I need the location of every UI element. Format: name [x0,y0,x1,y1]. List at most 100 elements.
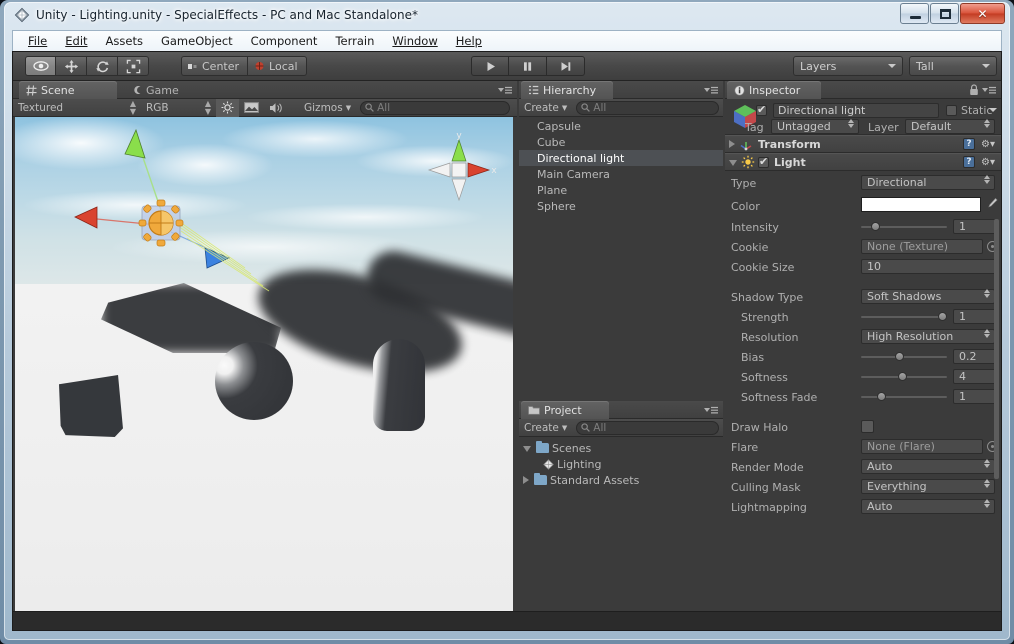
layout-dropdown[interactable]: Tall [909,56,997,76]
minimize-button[interactable] [900,3,929,24]
inspector-panel-menu-icon[interactable] [981,85,997,96]
pause-button[interactable] [509,56,547,76]
chevron-right-icon[interactable] [729,140,735,148]
eyedropper-icon[interactable] [986,197,998,212]
gear-icon[interactable]: ⚙▾ [981,139,995,150]
hierarchy-create-button[interactable]: Create ▼ [519,99,572,117]
project-create-button[interactable]: Create ▼ [519,419,572,437]
softness-fade-value-field[interactable]: 1 [953,389,998,404]
menu-item-edit[interactable]: Edit [56,32,96,50]
audio-toggle[interactable] [264,99,289,117]
tag-dropdown[interactable]: Untagged [771,119,859,134]
menu-item-file[interactable]: File [19,32,56,50]
component-header-transform[interactable]: Transform ? ⚙▾ [725,135,1001,153]
softness-fade-slider-knob[interactable] [877,392,886,401]
gear-icon[interactable]: ⚙▾ [981,157,995,168]
light-enabled-checkbox[interactable] [758,155,769,168]
softness-fade-slider-track[interactable] [861,396,947,398]
intensity-slider-knob[interactable] [871,222,880,231]
help-icon[interactable]: ? [963,156,975,168]
scene-panel-menu-icon[interactable] [497,85,513,96]
tab-project[interactable]: Project [521,401,609,419]
project-search-input[interactable]: All [576,420,719,435]
move-tool-button[interactable] [56,56,87,76]
chevron-down-icon[interactable] [729,160,737,166]
hierarchy-panel-menu-icon[interactable] [703,85,719,96]
help-icon[interactable]: ? [963,138,975,150]
menu-item-component[interactable]: Component [242,32,327,50]
tab-game[interactable]: Game [125,81,203,99]
maximize-button[interactable] [930,3,959,24]
capsule-object[interactable] [373,339,425,431]
tab-inspector[interactable]: Inspector [727,81,821,99]
sphere-object[interactable] [215,342,293,420]
strength-slider-knob[interactable] [938,312,947,321]
rotation-mode-button[interactable]: Local [248,56,307,76]
strength-value-field[interactable]: 1 [953,309,998,324]
layers-dropdown[interactable]: Layers [793,56,903,76]
scene-search-input[interactable]: All [360,100,511,115]
menu-item-assets[interactable]: Assets [97,32,152,50]
close-button[interactable]: ✕ [960,3,1005,24]
softness-value-field[interactable]: 4 [953,369,998,384]
menu-item-window[interactable]: Window [383,32,446,50]
shadow-type-dropdown[interactable]: Soft Shadows [861,289,995,304]
gameobject-name-field[interactable]: Directional light [773,103,939,118]
list-item[interactable]: Plane [519,182,723,198]
chevron-down-icon[interactable] [989,108,997,112]
project-panel-menu-icon[interactable] [703,405,719,416]
play-button[interactable] [471,56,509,76]
render-mode-dropdown[interactable]: RGB ▲ ▼ [141,99,216,117]
layer-dropdown[interactable]: Default [905,119,995,134]
directional-light-gizmo[interactable] [35,122,415,297]
pivot-mode-button[interactable]: Center [181,56,249,76]
inspector-scrollbar[interactable] [994,219,999,479]
color-swatch[interactable] [861,197,981,212]
tab-scene[interactable]: Scene [19,81,117,99]
scene-viewport[interactable]: y x [15,117,513,613]
tree-item-lighting[interactable]: Lighting [519,456,723,472]
draw-mode-dropdown[interactable]: Textured ▲ ▼ [13,99,141,117]
list-item[interactable]: Main Camera [519,166,723,182]
lightmapping-dropdown[interactable]: Auto [861,499,995,514]
hand-tool-button[interactable] [25,56,56,76]
intensity-value-field[interactable]: 1 [953,219,998,234]
chevron-down-icon[interactable] [523,446,531,452]
chevron-right-icon[interactable] [523,476,529,484]
list-item[interactable]: Sphere [519,198,723,214]
menu-item-terrain[interactable]: Terrain [326,32,383,50]
resolution-dropdown[interactable]: High Resolution [861,329,995,344]
tree-item-scenes[interactable]: Scenes [519,440,723,456]
type-dropdown[interactable]: Directional [861,175,995,190]
skybox-toggle[interactable] [239,99,264,117]
gizmos-dropdown[interactable]: Gizmos ▼ [299,99,356,117]
menu-item-gameobject[interactable]: GameObject [152,32,242,50]
softness-slider-knob[interactable] [898,372,907,381]
bias-slider-knob[interactable] [895,352,904,361]
rotate-tool-button[interactable] [87,56,118,76]
scale-tool-button[interactable] [118,56,149,76]
strength-slider-track[interactable] [861,316,947,318]
draw-halo-checkbox[interactable] [861,420,874,433]
bias-slider-track[interactable] [861,356,947,358]
menu-item-help[interactable]: Help [447,32,491,50]
list-item[interactable]: Capsule [519,118,723,134]
scene-axis-gizmo[interactable]: y x [419,130,499,210]
component-header-light[interactable]: Light ? ⚙▾ [725,153,1001,171]
cookie-object-field[interactable]: None (Texture) [861,239,983,254]
gameobject-enabled-checkbox[interactable] [756,103,767,116]
cookie-size-field[interactable]: 10 [861,259,998,274]
static-checkbox[interactable] [946,105,957,116]
list-item-selected[interactable]: Directional light [519,150,723,166]
culling-mask-dropdown[interactable]: Everything [861,479,995,494]
list-item[interactable]: Cube [519,134,723,150]
tab-hierarchy[interactable]: Hierarchy [521,81,613,99]
render-mode-dropdown[interactable]: Auto [861,459,995,474]
lock-icon[interactable] [969,84,979,96]
step-button[interactable] [547,56,585,76]
flare-object-field[interactable]: None (Flare) [861,439,983,454]
lighting-toggle[interactable] [216,98,239,117]
hierarchy-search-input[interactable]: All [576,100,719,115]
bias-value-field[interactable]: 0.2 [953,349,998,364]
tree-item-standard-assets[interactable]: Standard Assets [519,472,723,488]
